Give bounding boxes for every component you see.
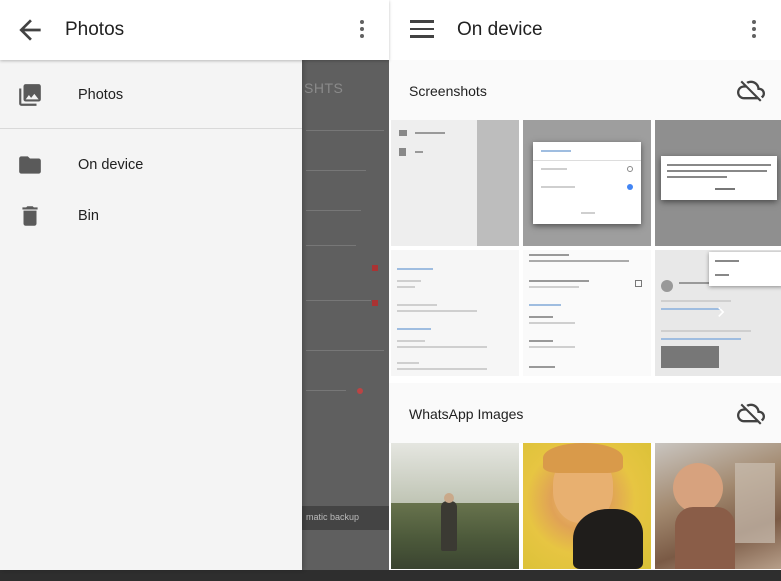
- underlay-text-line: [306, 210, 361, 211]
- screenshot-thumbnail[interactable]: [391, 120, 519, 246]
- left-app-bar: Photos: [0, 0, 389, 60]
- underlay-divider: [306, 350, 384, 351]
- drawer-item-photos[interactable]: Photos: [0, 70, 302, 122]
- underlay-heading-fragment: SHTS: [304, 80, 344, 96]
- thumbnail-dialog: [661, 156, 777, 200]
- section-header-screenshots[interactable]: Screenshots: [389, 60, 781, 120]
- section-header-whatsapp-images[interactable]: WhatsApp Images: [389, 383, 781, 443]
- underlay-text-line: [306, 245, 356, 246]
- cloud-off-icon[interactable]: [737, 399, 765, 427]
- underlay-footer: matic backup: [302, 506, 389, 530]
- navigation-drawer: Photos On device Bin: [0, 60, 302, 570]
- photo-library-icon: [19, 84, 41, 106]
- trash-icon: [22, 206, 38, 226]
- hamburger-menu-icon[interactable]: [410, 20, 434, 40]
- underlay-marker: [372, 300, 378, 306]
- drawer-divider: [0, 128, 302, 129]
- page-title: Photos: [65, 19, 125, 40]
- screenshot-thumbnail[interactable]: [523, 250, 651, 376]
- underlay-text-line: [306, 300, 371, 301]
- underlay-text-line: [306, 390, 346, 391]
- thumbnail-dialog: [533, 142, 641, 224]
- photo-thumbnail[interactable]: [391, 443, 519, 569]
- photo-thumbnail[interactable]: [523, 443, 651, 569]
- screenshot-thumbnail[interactable]: [655, 250, 781, 376]
- bottom-edge: [0, 570, 781, 581]
- drawer-item-label: On device: [78, 157, 144, 173]
- screenshot-thumbnail[interactable]: [391, 250, 519, 376]
- arrow-back-icon[interactable]: [14, 14, 46, 46]
- section-title: Screenshots: [409, 83, 487, 99]
- screenshot-thumbnail[interactable]: [655, 120, 781, 246]
- cloud-off-icon[interactable]: [737, 76, 765, 104]
- chevron-right-icon[interactable]: [711, 300, 731, 324]
- right-pane: On device Screenshots WhatsApp Images: [389, 0, 781, 570]
- right-app-bar: On device: [389, 0, 781, 60]
- page-title: On device: [457, 19, 543, 40]
- underlay-text-line: [306, 170, 366, 171]
- screenshot-thumbnail[interactable]: [523, 120, 651, 246]
- drawer-item-label: Bin: [78, 208, 99, 224]
- drawer-item-on-device[interactable]: On device: [0, 140, 302, 192]
- drawer-item-label: Photos: [78, 87, 124, 103]
- drawer-item-bin[interactable]: Bin: [0, 191, 302, 243]
- folder-icon: [19, 156, 41, 174]
- more-vert-icon[interactable]: [749, 18, 759, 42]
- dimmed-background-content[interactable]: SHTS matic backup: [302, 60, 389, 570]
- section-title: WhatsApp Images: [409, 406, 524, 422]
- underlay-marker: [372, 265, 378, 271]
- left-pane: Photos SHTS matic backup Photos On devic…: [0, 0, 389, 570]
- underlay-marker: [357, 388, 363, 394]
- photo-thumbnail[interactable]: [655, 443, 781, 569]
- underlay-divider: [306, 130, 384, 131]
- more-vert-icon[interactable]: [357, 18, 367, 42]
